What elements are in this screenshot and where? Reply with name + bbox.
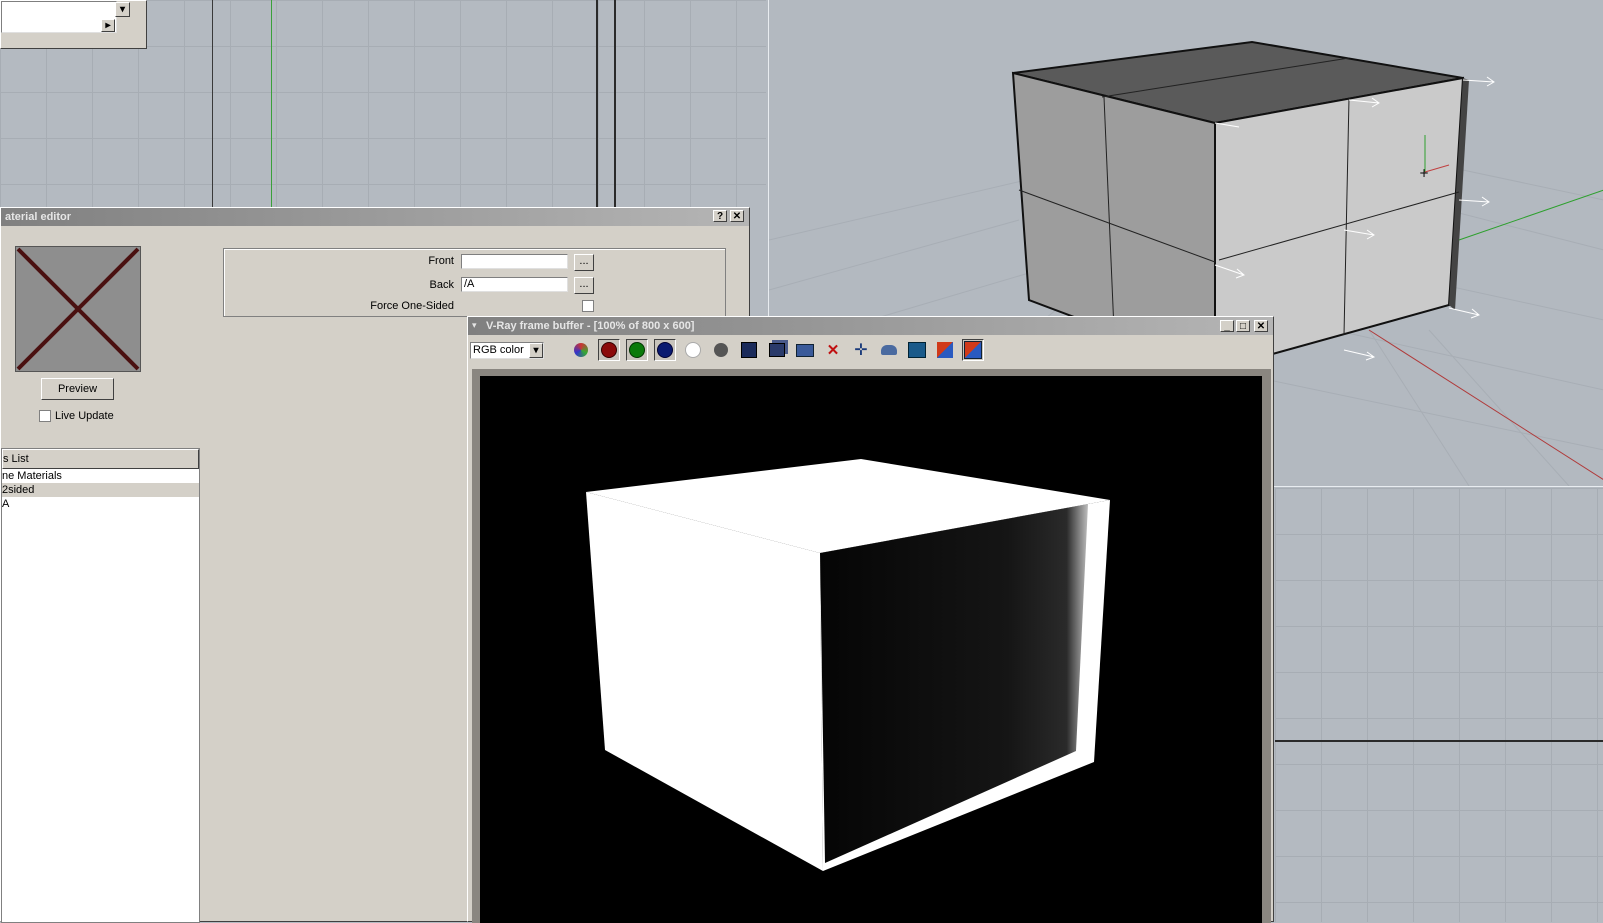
- scroll-down-button[interactable]: ▾: [115, 2, 130, 17]
- save-image-button[interactable]: [738, 339, 760, 361]
- back-label: Back: [429, 279, 454, 291]
- help-button[interactable]: ?: [713, 210, 727, 222]
- viewport-axis-line: [1275, 740, 1603, 742]
- material-preview-swatch: [15, 246, 141, 372]
- red-axis: [1368, 329, 1603, 480]
- maximize-icon: □: [1239, 321, 1247, 332]
- two-sided-group: Front ... Back /A ... Force One-Sided: [223, 248, 726, 317]
- region-render-icon: [908, 342, 926, 358]
- chevron-down-icon: ▾: [119, 4, 126, 15]
- render-canvas[interactable]: [480, 376, 1262, 923]
- vfb-toolbar: ✕ ✛: [570, 339, 984, 361]
- blue-channel-icon: [657, 342, 673, 358]
- list-header[interactable]: s List: [2, 449, 199, 469]
- rgb-channels-button[interactable]: [570, 339, 592, 361]
- minimize-button[interactable]: _: [1220, 320, 1234, 332]
- monochrome-button[interactable]: [710, 339, 732, 361]
- no-preview-icon: [16, 247, 140, 371]
- window-title: aterial editor: [5, 211, 72, 223]
- chevron-right-icon: ▸: [105, 20, 111, 31]
- alpha-channel-icon: [685, 342, 701, 358]
- region-render-button[interactable]: [906, 339, 928, 361]
- green-channel-icon: [629, 342, 645, 358]
- list-item-selected[interactable]: 2sided: [2, 483, 199, 497]
- list-box[interactable]: [1, 1, 117, 33]
- list-item[interactable]: ne Materials: [2, 469, 199, 483]
- close-icon: ✕: [1256, 321, 1266, 332]
- top-panel: ▾ ▸: [0, 0, 147, 49]
- compare-b-button[interactable]: [962, 339, 984, 361]
- monochrome-icon: [714, 343, 728, 357]
- viewport-edge-2: [614, 0, 616, 210]
- vfb-titlebar[interactable]: V-Ray frame buffer - [100% of 800 x 600]: [468, 317, 1273, 335]
- green-axis: [1458, 189, 1603, 241]
- back-browse-button[interactable]: ...: [574, 277, 594, 294]
- track-mouse-icon: ✛: [854, 342, 868, 359]
- clear-image-button[interactable]: ✕: [822, 339, 844, 361]
- minimize-icon: _: [1224, 321, 1230, 332]
- chevron-down-icon: ▾: [533, 345, 539, 356]
- render-last-button[interactable]: [878, 339, 900, 361]
- front-label: Front: [428, 255, 454, 267]
- render-box-side: [586, 492, 823, 871]
- blue-channel-button[interactable]: [654, 339, 676, 361]
- maximize-button[interactable]: □: [1236, 320, 1250, 332]
- close-button[interactable]: ✕: [730, 210, 744, 222]
- channel-dropdown-button[interactable]: ▾: [529, 343, 543, 358]
- cursor-crosshair-icon: +: [1419, 166, 1429, 180]
- preview-button[interactable]: Preview: [41, 378, 114, 400]
- front-browse-button[interactable]: ...: [574, 254, 594, 271]
- green-channel-button[interactable]: [626, 339, 648, 361]
- track-mouse-button[interactable]: ✛: [850, 339, 872, 361]
- compare-a-icon: [937, 342, 953, 358]
- list-item[interactable]: A: [2, 497, 199, 511]
- force-one-sided-label: Force One-Sided: [370, 300, 454, 312]
- vray-frame-buffer-window: V-Ray frame buffer - [100% of 800 x 600]…: [467, 316, 1274, 923]
- materials-list[interactable]: s List ne Materials 2sided A: [1, 448, 200, 923]
- render-last-icon: [881, 345, 897, 355]
- clear-image-icon: ✕: [826, 342, 840, 359]
- viewport-edge-1: [596, 0, 598, 210]
- save-image-icon: [741, 342, 757, 358]
- material-editor-titlebar[interactable]: aterial editor: [1, 208, 749, 226]
- y-axis-line: [271, 0, 272, 210]
- load-image-icon: [796, 343, 814, 357]
- rgb-channels-icon: [574, 343, 588, 357]
- close-icon: ✕: [732, 211, 742, 222]
- save-all-button[interactable]: [766, 339, 788, 361]
- close-button[interactable]: ✕: [1254, 320, 1268, 332]
- force-one-sided-checkbox[interactable]: [582, 300, 594, 312]
- save-all-icon: [769, 343, 785, 357]
- window-title: V-Ray frame buffer - [100% of 800 x 600]: [486, 320, 695, 332]
- compare-b-icon: [964, 341, 982, 359]
- scroll-right-button[interactable]: ▸: [101, 19, 115, 32]
- red-channel-icon: [601, 342, 617, 358]
- compare-a-button[interactable]: [934, 339, 956, 361]
- red-channel-button[interactable]: [598, 339, 620, 361]
- vray-logo-icon: ▾: [472, 320, 477, 330]
- front-field[interactable]: [461, 254, 568, 269]
- live-update-checkbox[interactable]: [39, 410, 51, 422]
- bottom-right-viewport[interactable]: [1275, 488, 1603, 922]
- alpha-channel-button[interactable]: [682, 339, 704, 361]
- viewport-border: [212, 0, 213, 210]
- load-image-button[interactable]: [794, 339, 816, 361]
- back-field[interactable]: /A: [461, 277, 568, 292]
- live-update-label: Live Update: [55, 410, 114, 422]
- rendered-image: [586, 459, 1110, 871]
